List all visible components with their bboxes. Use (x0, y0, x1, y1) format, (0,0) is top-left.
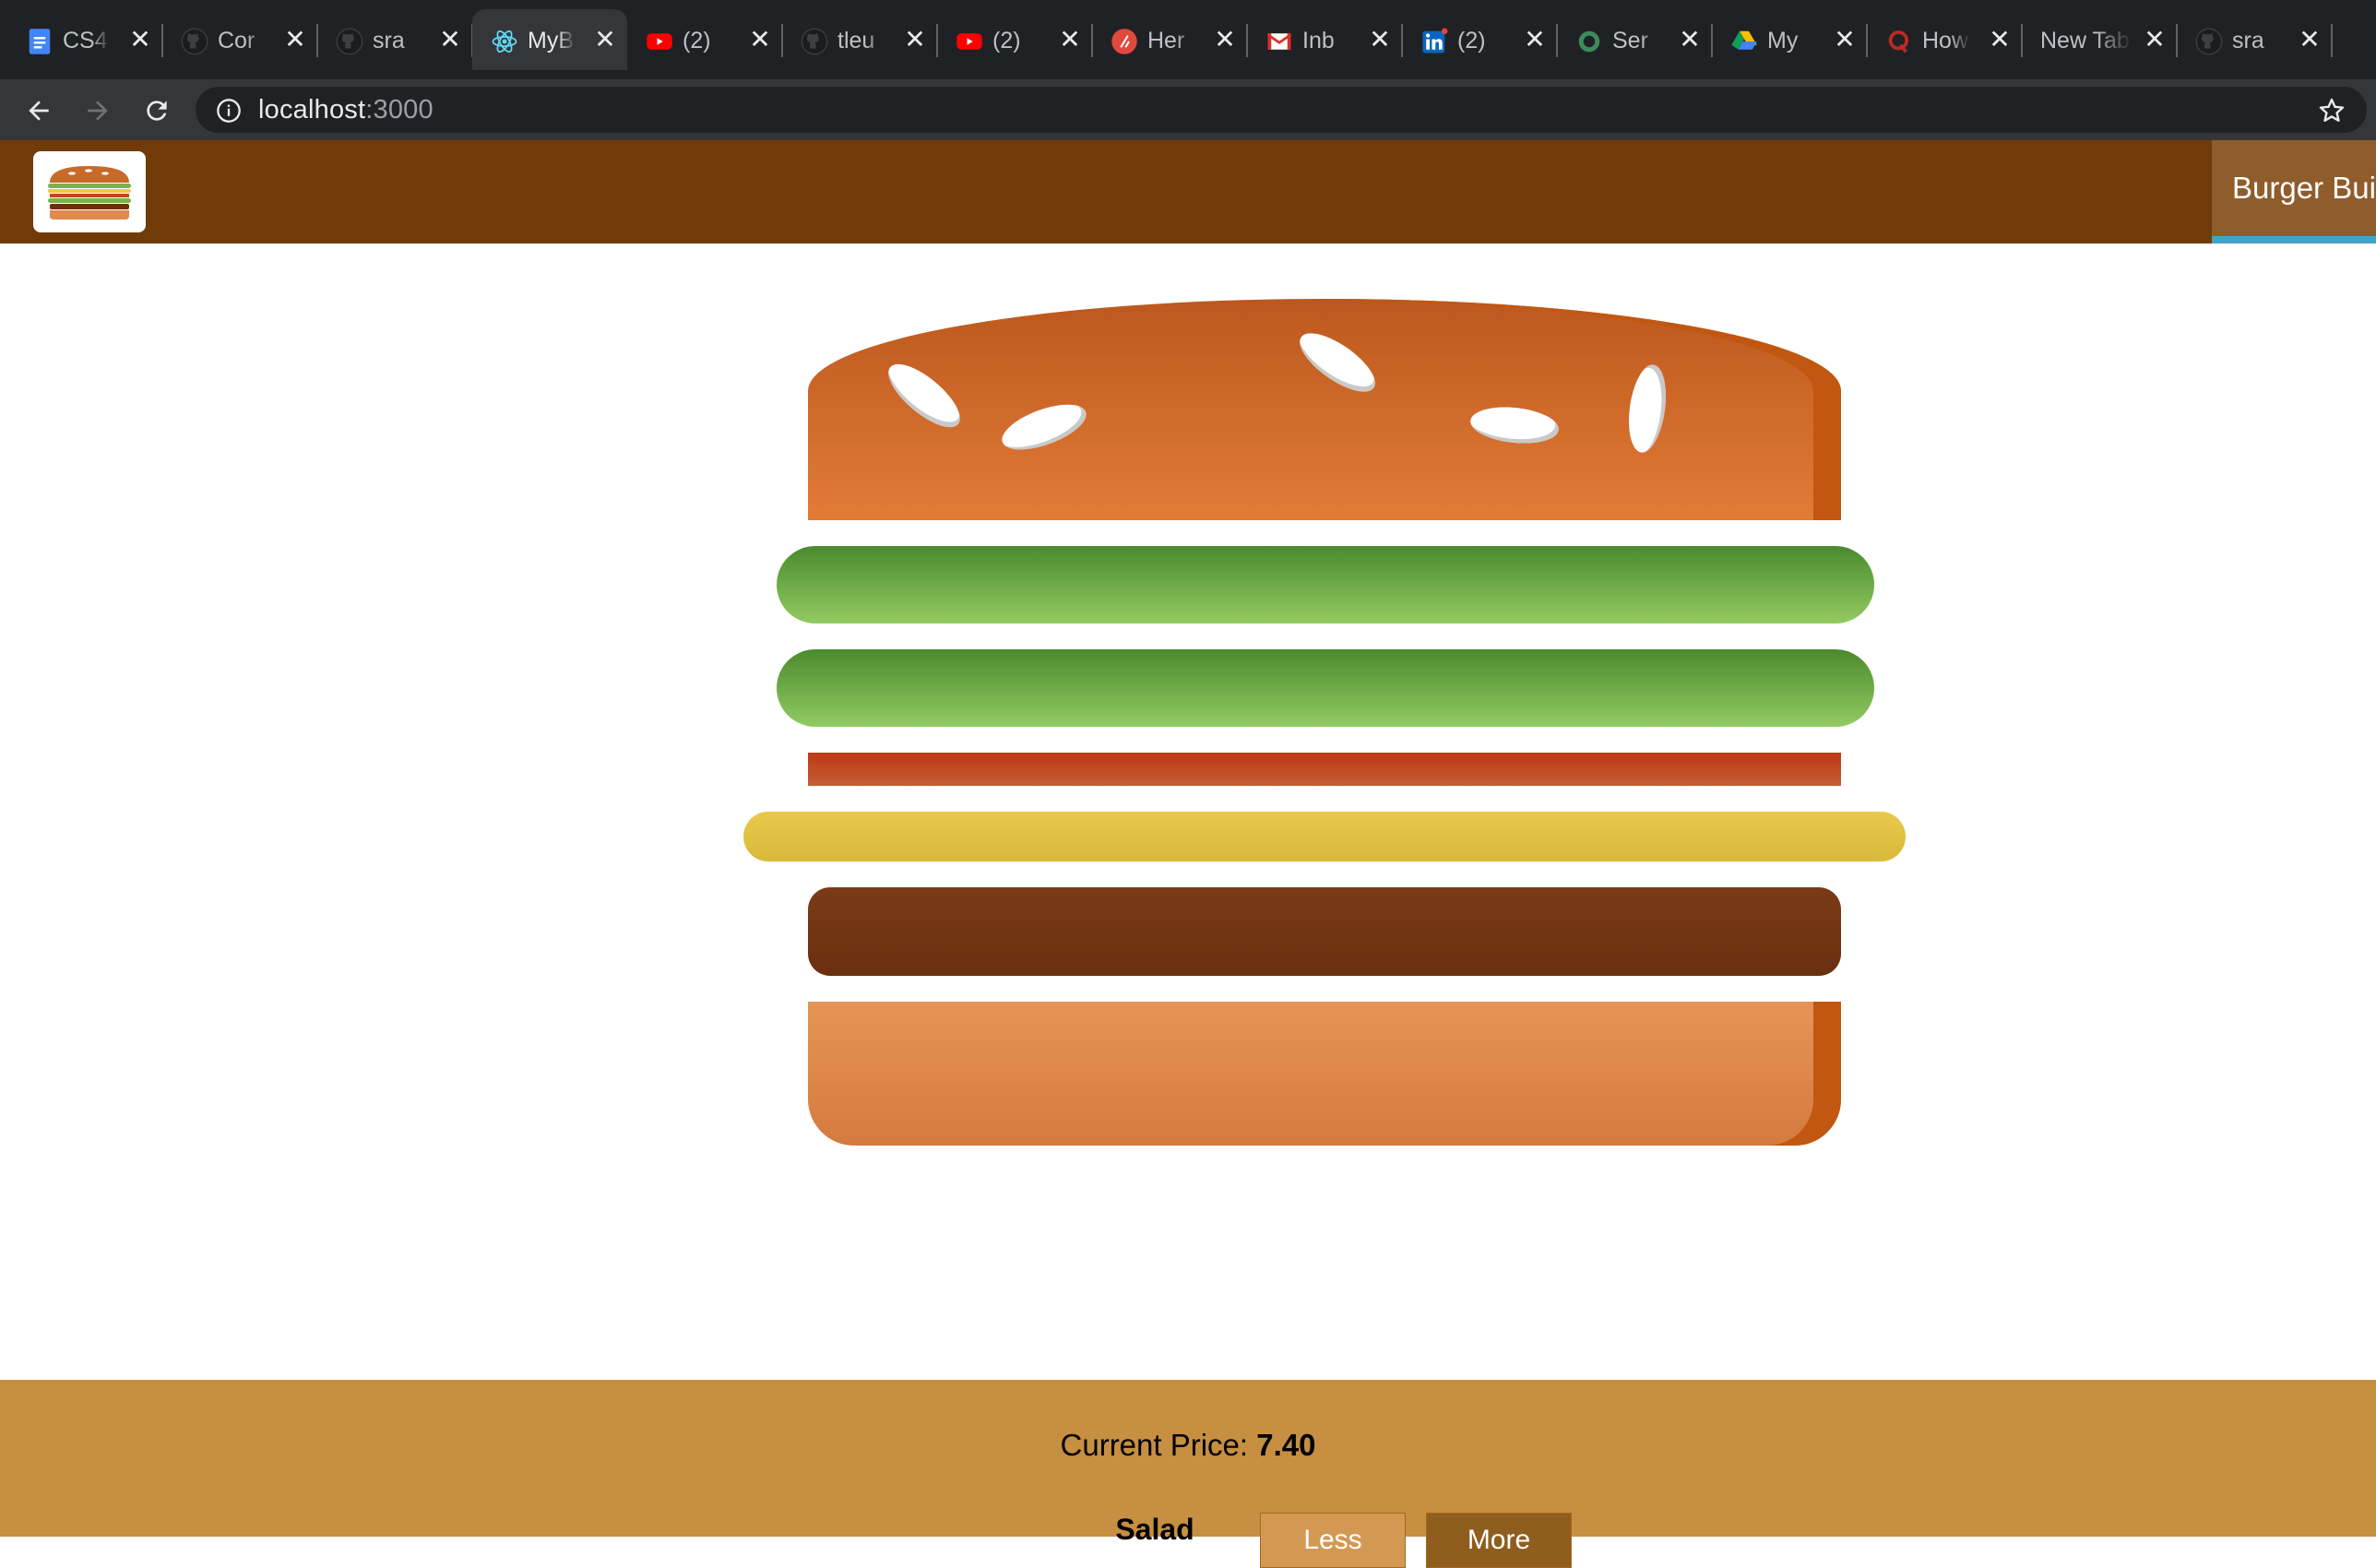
price-label: Current Price: (1060, 1428, 1257, 1462)
browser-tab[interactable]: sra ✕ (317, 9, 473, 70)
reload-button[interactable] (125, 79, 186, 140)
tab-title: My (1767, 28, 1799, 53)
url-text: localhost:3000 (258, 87, 434, 133)
browser-tab[interactable]: How ✕ (1867, 9, 2023, 70)
burger-preview (0, 244, 2376, 1380)
tab-title: How (1922, 28, 1969, 53)
browser-tab[interactable]: My ✕ (1712, 9, 1868, 70)
tab-title: (2) (992, 28, 1021, 53)
browser-tab-strip: CS4 ✕ Cor ✕ sra ✕ MyB ✕ (2) ✕ tleu ✕ (2) ✕ Her ✕ Inb ✕ (2)… (0, 0, 2376, 79)
bookmark-star-icon[interactable] (2317, 96, 2346, 125)
browser-tab[interactable]: (2) ✕ (627, 9, 783, 70)
google-docs-icon (26, 28, 53, 55)
nav-burger-builder[interactable]: Burger Builder (2212, 140, 2376, 244)
bread-bottom (808, 1002, 1841, 1146)
google-drive-icon (1730, 28, 1758, 55)
bread-top (808, 299, 1841, 520)
browser-tab[interactable]: Her ✕ (1092, 9, 1248, 70)
tab-title: sra (2232, 28, 2264, 53)
sesame-seed (1623, 362, 1671, 456)
youtube-icon (646, 28, 673, 55)
info-icon[interactable] (216, 98, 242, 124)
forward-button[interactable] (66, 79, 127, 140)
salad-layer (777, 649, 1874, 727)
tab-close-icon[interactable]: ✕ (125, 25, 155, 54)
react-icon (491, 28, 518, 55)
salad-layer (777, 546, 1874, 624)
build-control-row: Salad Less More (0, 1513, 2376, 1568)
more-button[interactable]: More (1426, 1513, 1572, 1568)
url-port: :3000 (365, 95, 434, 125)
browser-tab[interactable]: (2) ✕ (937, 9, 1093, 70)
browser-tab[interactable]: (2) ✕ (1402, 9, 1558, 70)
back-button[interactable] (7, 79, 68, 140)
burger-logo[interactable] (33, 151, 146, 232)
browser-tab[interactable]: sra ✕ (2177, 9, 2333, 70)
less-button[interactable]: Less (1260, 1513, 1406, 1568)
tab-close-icon[interactable]: ✕ (1055, 25, 1085, 54)
tab-close-icon[interactable]: ✕ (745, 25, 775, 54)
browser-tab[interactable]: CS4 ✕ (7, 9, 163, 70)
tab-close-icon[interactable]: ✕ (1830, 25, 1859, 54)
url-host: localhost (258, 95, 366, 125)
github-icon (181, 28, 208, 55)
tab-close-icon[interactable]: ✕ (2140, 25, 2169, 54)
linkedin-icon (1420, 28, 1448, 55)
sesame-seed (1290, 322, 1384, 403)
build-controls: Current Price: 7.40 Salad Less More (0, 1380, 2376, 1568)
forward-arrow-icon (88, 101, 108, 121)
browser-tab[interactable]: New Tab ✕ (2022, 9, 2178, 70)
github-icon (2195, 28, 2223, 55)
browser-tab[interactable]: Cor ✕ (162, 9, 318, 70)
circle-icon (1575, 28, 1603, 55)
gmail-icon (1265, 28, 1293, 55)
sesame-seed (996, 395, 1092, 459)
address-bar[interactable]: localhost:3000 (196, 87, 2367, 133)
github-icon (336, 28, 363, 55)
browser-tab[interactable]: Inb ✕ (1247, 9, 1403, 70)
burger-logo-icon (48, 166, 131, 220)
quora-icon (1885, 28, 1913, 55)
tab-close-icon[interactable]: ✕ (435, 25, 465, 54)
heroku-icon (1111, 28, 1138, 55)
tab-title: New Tab (2040, 28, 2130, 53)
tab-close-icon[interactable]: ✕ (1520, 25, 1550, 54)
tab-close-icon[interactable]: ✕ (1210, 25, 1240, 54)
meat-layer (808, 887, 1841, 976)
browser-tab[interactable]: Ser ✕ (1557, 9, 1713, 70)
price-value: 7.40 (1256, 1428, 1316, 1462)
browser-toolbar: localhost:3000 (0, 79, 2376, 140)
tab-separator (2331, 24, 2333, 57)
tab-title: CS4 (63, 28, 108, 53)
bacon-layer (808, 753, 1841, 786)
tab-close-icon[interactable]: ✕ (1675, 25, 1705, 54)
tab-title: Ser (1612, 28, 1648, 53)
tab-title: (2) (1457, 28, 1486, 53)
tab-title: Inb (1302, 28, 1335, 53)
sesame-seed (879, 353, 969, 438)
tab-close-icon[interactable]: ✕ (280, 25, 310, 54)
back-arrow-icon (29, 101, 49, 121)
build-control-label: Salad (1115, 1513, 1194, 1546)
tab-title: (2) (683, 28, 711, 53)
cheese-layer (743, 812, 1906, 861)
sesame-seed (1468, 403, 1561, 447)
tab-title: tleu (838, 28, 875, 53)
tab-close-icon[interactable]: ✕ (1365, 25, 1395, 54)
tab-close-icon[interactable]: ✕ (900, 25, 930, 54)
tab-close-icon[interactable]: ✕ (1985, 25, 2014, 54)
tab-close-icon[interactable]: ✕ (590, 25, 620, 54)
tab-close-icon[interactable]: ✕ (2295, 25, 2324, 54)
tab-title: Cor (218, 28, 255, 53)
github-icon (801, 28, 828, 55)
app-toolbar: Burger Builder (0, 140, 2376, 244)
current-price: Current Price: 7.40 (0, 1428, 2376, 1463)
browser-tab[interactable]: MyB ✕ (472, 9, 627, 70)
reload-icon (147, 101, 167, 121)
tab-title: MyB (528, 28, 574, 53)
tab-title: sra (373, 28, 405, 53)
youtube-icon (956, 28, 983, 55)
browser-tab[interactable]: tleu ✕ (782, 9, 938, 70)
tab-title: Her (1147, 28, 1185, 53)
